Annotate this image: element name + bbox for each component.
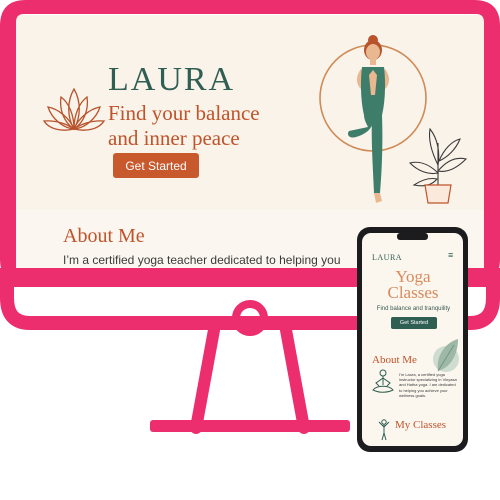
phone-notch — [397, 233, 428, 240]
meditation-icon — [372, 369, 394, 393]
mobile-brand-text: LAURA — [372, 253, 403, 262]
mobile-about-paragraph: I'm Laura, a certified yoga instructor s… — [399, 372, 457, 398]
hamburger-menu-icon[interactable]: ≡ — [448, 250, 453, 260]
mobile-website-screen: LAURA ≡ Yoga Classes Find balance and tr… — [362, 233, 463, 446]
mobile-get-started-button[interactable]: Get Started — [391, 317, 437, 329]
leaf-icon — [433, 339, 459, 372]
mobile-subtitle: Find balance and tranquility — [376, 306, 451, 312]
standing-yoga-icon — [378, 419, 390, 441]
mobile-classes-heading: My Classes — [395, 419, 447, 431]
mobile-page-title: Yoga Classes — [387, 267, 439, 302]
mobile-about-heading: About Me — [372, 354, 417, 366]
mobile-phone-mockup: LAURA ≡ Yoga Classes Find balance and tr… — [357, 227, 468, 452]
